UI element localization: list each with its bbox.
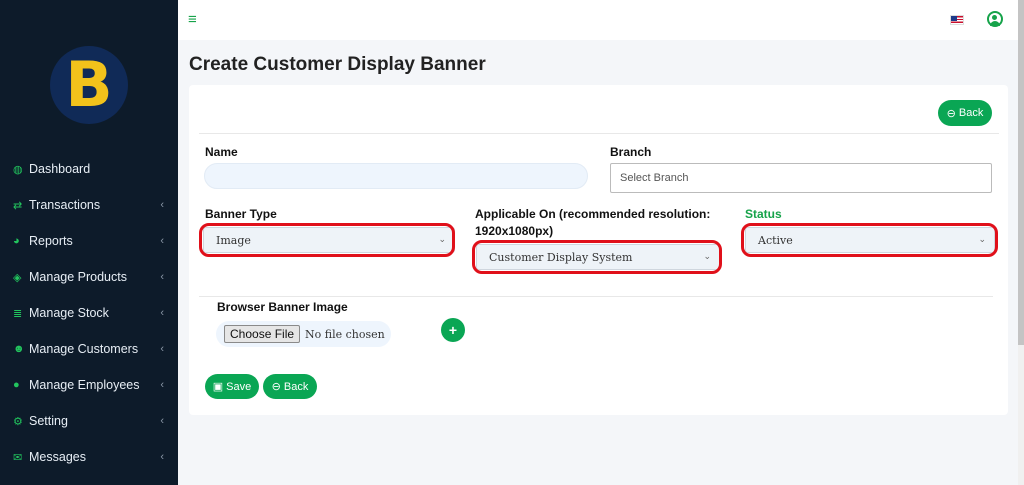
- users-icon: ☻: [13, 343, 25, 355]
- chevron-left-icon: ‹: [160, 343, 164, 355]
- back-button-top[interactable]: ⊖ Back: [938, 100, 992, 126]
- sidebar-item-label: Setting: [29, 414, 68, 428]
- user-icon: ●: [13, 379, 20, 391]
- back-label: Back: [958, 107, 984, 119]
- circle-arrow-left-icon: ⊖: [271, 381, 281, 393]
- chevron-left-icon: ‹: [160, 307, 164, 319]
- divider: [199, 296, 993, 297]
- chevron-left-icon: ‹: [160, 271, 164, 283]
- pie-chart-icon: ◕: [13, 235, 20, 247]
- applicable-on-label-line1: Applicable On (recommended resolution:: [475, 207, 711, 221]
- user-circle-icon[interactable]: [987, 11, 1003, 27]
- sidebar-item-label: Dashboard: [29, 162, 91, 176]
- sidebar-nav: ◍ Dashboard ⇄ Transactions ‹ ◕ Reports ‹ ◈ Man…: [0, 151, 178, 475]
- sidebar-item-messages[interactable]: ✉ Messages ‹: [0, 439, 178, 475]
- chevron-down-icon: ⌄: [978, 235, 986, 245]
- banner-type-label: Banner Type: [205, 207, 277, 221]
- scrollbar[interactable]: [1018, 0, 1024, 485]
- database-icon: ≣: [13, 307, 23, 320]
- status-label: Status: [745, 207, 782, 221]
- sidebar-item-manage-employees[interactable]: ● Manage Employees ‹: [0, 367, 178, 403]
- chevron-left-icon: ‹: [160, 235, 164, 247]
- sidebar-item-label: Messages: [29, 450, 86, 464]
- chevron-left-icon: ‹: [160, 199, 164, 211]
- branch-select[interactable]: Select Branch: [610, 163, 992, 193]
- sidebar-item-label: Reports: [29, 234, 73, 248]
- sidebar-item-label: Manage Customers: [29, 342, 139, 356]
- envelope-icon: ✉: [13, 451, 23, 464]
- back-label: Back: [283, 380, 309, 393]
- applicable-on-label-line2: 1920x1080px): [475, 224, 554, 238]
- chevron-down-icon: ⌄: [438, 235, 446, 245]
- back-button-bottom[interactable]: ⊖ Back: [263, 374, 317, 399]
- sidebar-item-transactions[interactable]: ⇄ Transactions ‹: [0, 187, 178, 223]
- sidebar-item-dashboard[interactable]: ◍ Dashboard: [0, 151, 178, 187]
- applicable-on-value: Customer Display System: [489, 250, 633, 264]
- sidebar-item-manage-products[interactable]: ◈ Manage Products ‹: [0, 259, 178, 295]
- save-button[interactable]: ▣ Save: [205, 374, 259, 399]
- sidebar-item-manage-customers[interactable]: ☻ Manage Customers ‹: [0, 331, 178, 367]
- chevron-left-icon: ‹: [160, 451, 164, 463]
- sidebar-item-reports[interactable]: ◕ Reports ‹: [0, 223, 178, 259]
- status-select[interactable]: Active ⌄: [745, 227, 995, 253]
- circle-arrow-left-icon: ⊖: [946, 107, 956, 120]
- hamburger-menu-icon[interactable]: ≡: [188, 11, 197, 28]
- sidebar-item-label: Manage Stock: [29, 306, 109, 320]
- page-title: Create Customer Display Banner: [189, 54, 486, 75]
- scrollbar-thumb[interactable]: [1018, 0, 1024, 345]
- name-input[interactable]: [204, 163, 588, 189]
- branch-label: Branch: [610, 145, 652, 159]
- chevron-left-icon: ‹: [160, 415, 164, 427]
- browser-banner-image-label: Browser Banner Image: [217, 300, 348, 314]
- form-card: ⊖ Back Name Branch Select Branch Banner T…: [189, 85, 1008, 415]
- sidebar-item-label: Manage Employees: [29, 378, 140, 392]
- cube-icon: ◈: [13, 271, 22, 284]
- file-input[interactable]: Choose File No file chosen: [216, 321, 391, 347]
- sidebar-item-label: Transactions: [29, 198, 101, 212]
- sidebar-item-manage-stock[interactable]: ≣ Manage Stock ‹: [0, 295, 178, 331]
- chevron-left-icon: ‹: [160, 379, 164, 391]
- logo-letter: B: [65, 48, 113, 121]
- plus-icon: +: [448, 322, 458, 338]
- add-image-button[interactable]: +: [441, 318, 465, 342]
- sidebar-item-setting[interactable]: ⚙ Setting ‹: [0, 403, 178, 439]
- name-label: Name: [205, 145, 238, 159]
- brand-logo[interactable]: B: [50, 46, 128, 124]
- sidebar-item-label: Manage Products: [29, 270, 127, 284]
- topbar: ≡: [178, 0, 1018, 40]
- divider: [199, 133, 999, 134]
- save-icon: ▣: [212, 381, 224, 393]
- save-label: Save: [226, 380, 252, 393]
- choose-file-button[interactable]: Choose File: [224, 325, 301, 343]
- applicable-on-select[interactable]: Customer Display System ⌄: [476, 244, 720, 270]
- status-value: Active: [758, 233, 793, 247]
- banner-type-value: Image: [216, 233, 251, 247]
- chevron-down-icon: ⌄: [703, 252, 711, 262]
- banner-type-select[interactable]: Image ⌄: [203, 227, 455, 253]
- cogs-icon: ⚙: [13, 415, 23, 428]
- tachometer-icon: ◍: [13, 163, 23, 176]
- sidebar: B ◍ Dashboard ⇄ Transactions ‹ ◕ Reports ‹ ◈ M…: [0, 0, 178, 485]
- us-flag-icon[interactable]: [950, 15, 964, 25]
- exchange-icon: ⇄: [13, 199, 23, 212]
- file-status-text: No file chosen: [305, 327, 385, 341]
